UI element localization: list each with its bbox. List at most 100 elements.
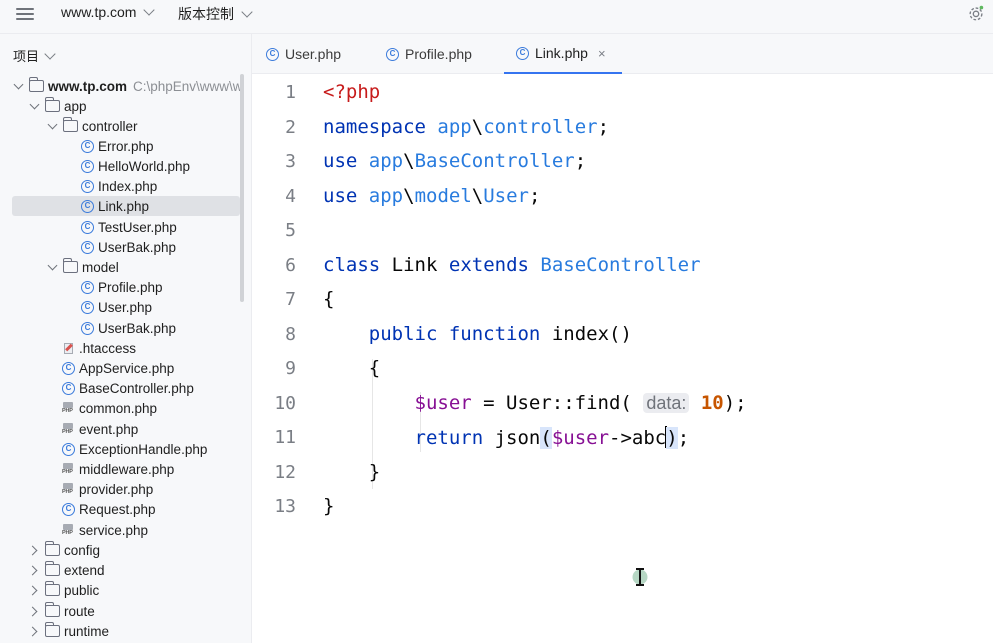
tree-folder-app[interactable]: app [12, 96, 240, 116]
tab-label: User.php [285, 46, 342, 62]
php-file-icon [62, 462, 75, 476]
semicolon: ; [677, 427, 690, 449]
php-class-icon: C [81, 179, 94, 193]
tree-file[interactable]: C Request.php [12, 499, 240, 519]
code-line-10: $user = User::find( data: 10); [323, 392, 747, 414]
folder-icon [28, 77, 44, 92]
tree-file[interactable]: C BaseController.php [12, 378, 240, 398]
paren-open: ( [540, 427, 552, 449]
brace: } [323, 495, 335, 517]
namespace-part: controller [483, 116, 598, 138]
expand-arrow-icon[interactable] [46, 260, 58, 273]
php-class-icon: C [81, 321, 94, 335]
expand-arrow-icon[interactable] [27, 564, 40, 576]
expand-arrow-icon[interactable] [27, 625, 40, 637]
line-number: 6 [285, 255, 296, 276]
chevron-down-icon [44, 47, 56, 60]
expand-arrow-icon[interactable] [27, 584, 40, 596]
expand-arrow-icon[interactable] [46, 119, 58, 132]
expand-arrow-icon[interactable] [27, 605, 40, 617]
code-line-11: return json($user->abc); [323, 426, 689, 449]
semicolon: ; [574, 150, 587, 172]
tree-file[interactable]: C UserBak.php [12, 318, 240, 338]
tree-folder-runtime[interactable]: runtime [12, 621, 240, 641]
tree-file[interactable]: C AppService.php [12, 358, 240, 378]
tab-label: Profile.php [405, 46, 472, 62]
brace: { [323, 288, 335, 310]
tree-file[interactable]: C ExceptionHandle.php [12, 439, 240, 459]
tree-file[interactable]: middleware.php [12, 459, 240, 479]
project-view-title: 项目 [13, 49, 40, 64]
folder-icon [62, 258, 78, 273]
project-selector[interactable]: www.tp.com [61, 4, 156, 20]
tree-file[interactable]: .htaccess [12, 338, 240, 358]
tree-item-label: Profile.php [98, 279, 163, 295]
tree-item-label: ExceptionHandle.php [79, 441, 208, 457]
tree-folder-controller[interactable]: controller [12, 116, 240, 136]
tab-user-php[interactable]: C User.php [266, 34, 341, 74]
tree-folder-public[interactable]: public [12, 580, 240, 600]
tree-item-label: config [64, 542, 101, 558]
tab-label: Link.php [535, 45, 588, 61]
editor-tabbar: C User.php C Profile.php C Link.php × [252, 34, 993, 74]
folder-icon [62, 117, 78, 132]
tree-item-label: common.php [79, 400, 158, 416]
tree-file[interactable]: common.php [12, 398, 240, 418]
tab-profile-php[interactable]: C Profile.php [386, 34, 472, 74]
tree-root[interactable]: www.tp.com C:\phpEnv\www\w [12, 76, 243, 96]
tree-file[interactable]: event.php [12, 419, 240, 439]
namespace-separator: \ [403, 150, 415, 172]
tree-file[interactable]: C User.php [12, 297, 240, 317]
php-file-icon [62, 401, 75, 415]
php-file-icon [62, 482, 75, 496]
project-selector-label: www.tp.com [61, 4, 137, 20]
tree-item-label: extend [64, 562, 105, 578]
sidebar-scrollbar[interactable] [240, 74, 244, 302]
php-class-icon: C [62, 381, 75, 395]
code-line-1: <?php [323, 81, 380, 103]
text-cursor-icon [632, 568, 648, 586]
php-class-icon: C [516, 46, 529, 60]
tree-file[interactable]: C Error.php [12, 136, 240, 156]
php-file-icon [62, 523, 75, 537]
expand-arrow-icon[interactable] [12, 79, 24, 92]
code-line-7: { [323, 288, 334, 310]
line-number: 2 [285, 117, 296, 138]
tree-file[interactable]: C Profile.php [12, 277, 240, 297]
tree-folder-model[interactable]: model [12, 257, 240, 277]
tree-item-label: service.php [79, 522, 149, 538]
close-icon[interactable]: × [598, 46, 606, 61]
chevron-down-icon [143, 4, 156, 16]
php-class-icon: C [81, 300, 94, 314]
tree-file[interactable]: C HelloWorld.php [12, 156, 240, 176]
tree-item-label: AppService.php [79, 360, 175, 376]
expand-arrow-icon[interactable] [28, 99, 40, 112]
php-class-icon: C [266, 47, 279, 61]
tree-file[interactable]: C Index.php [12, 176, 240, 196]
hamburger-menu-icon[interactable] [16, 5, 34, 21]
tree-file[interactable]: C TestUser.php [12, 217, 240, 237]
settings-icon[interactable] [967, 4, 985, 22]
tree-folder-extend[interactable]: extend [12, 560, 240, 580]
project-view-selector[interactable]: 项目 [13, 46, 56, 65]
keyword: function [448, 323, 541, 345]
tree-folder-route[interactable]: route [12, 601, 240, 621]
tree-file[interactable]: service.php [12, 520, 240, 540]
code-line-12: } [323, 461, 380, 483]
php-file-icon [62, 422, 75, 436]
tree-item-label: controller [82, 118, 138, 134]
line-number: 7 [285, 289, 296, 310]
tree-file[interactable]: C UserBak.php [12, 237, 240, 257]
line-number: 9 [285, 358, 296, 379]
code-editor[interactable]: 1 2 3 4 5 6 7 8 9 10 11 12 13 <?php name… [252, 74, 993, 643]
vcs-menu[interactable]: 版本控制 [178, 4, 253, 24]
tree-file-selected[interactable]: C Link.php [12, 196, 240, 216]
expand-arrow-icon[interactable] [27, 544, 40, 556]
number-literal: 10 [700, 392, 724, 414]
parameter-hint: data: [643, 393, 690, 413]
tree-folder-config[interactable]: config [12, 540, 240, 560]
tree-file[interactable]: provider.php [12, 479, 240, 499]
tree-item-label: event.php [79, 421, 139, 437]
tree-item-label: BaseController.php [79, 380, 194, 396]
tab-link-php[interactable]: C Link.php × [504, 34, 622, 74]
